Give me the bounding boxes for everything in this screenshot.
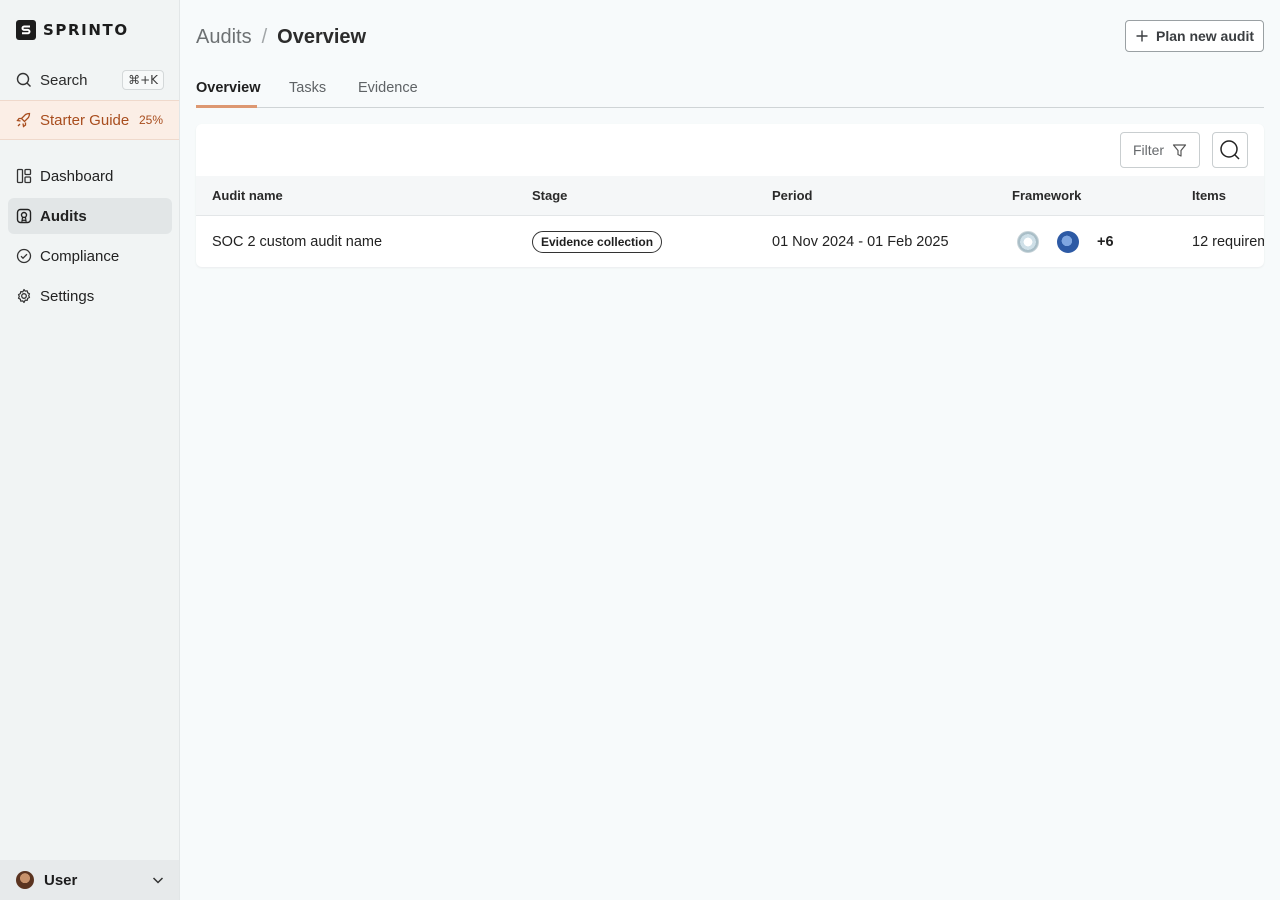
framework-cell: +6: [1017, 216, 1114, 267]
funnel-icon: [1172, 143, 1187, 158]
breadcrumb-separator: /: [261, 25, 268, 48]
chevron-down-icon: [151, 873, 165, 887]
sidebar-item-label: Audits: [40, 207, 87, 225]
breadcrumb: Audits / Overview: [196, 24, 366, 50]
sidebar-item-settings[interactable]: Settings: [8, 278, 172, 314]
framework-logo-icon: [1017, 230, 1039, 253]
page-title: Overview: [277, 25, 367, 48]
plan-new-audit-label: Plan new audit: [1155, 28, 1254, 44]
sidebar-search[interactable]: Search ⌘+K: [16, 68, 164, 92]
table-search-button[interactable]: [1212, 132, 1248, 168]
audits-table-card: Filter Audit name Stage Period Framework…: [196, 124, 1264, 267]
table-row[interactable]: SOC 2 custom audit name Evidence collect…: [196, 216, 1264, 267]
dashboard-icon: [16, 168, 32, 184]
app-name: SPRINTO: [43, 21, 129, 39]
column-framework[interactable]: Framework: [1012, 176, 1081, 216]
tab-tasks[interactable]: Tasks: [289, 80, 326, 108]
search-shortcut-badge: ⌘+K: [122, 70, 164, 90]
search-icon: [1219, 139, 1241, 161]
sidebar-item-dashboard[interactable]: Dashboard: [8, 158, 172, 194]
filter-button[interactable]: Filter: [1120, 132, 1200, 168]
check-circle-icon: [16, 248, 32, 264]
starter-guide-label: Starter Guide: [40, 111, 130, 129]
status-badge: Evidence collection: [532, 230, 663, 253]
column-audit-name[interactable]: Audit name: [212, 176, 283, 216]
sidebar-item-audits[interactable]: Audits: [8, 198, 172, 234]
column-stage[interactable]: Stage: [532, 176, 567, 216]
sprinto-logo-icon: [16, 20, 36, 40]
filter-label: Filter: [1132, 142, 1165, 158]
rocket-icon: [16, 112, 32, 128]
app-logo[interactable]: SPRINTO: [16, 20, 129, 40]
tab-overview[interactable]: Overview: [196, 80, 261, 108]
column-period[interactable]: Period: [772, 176, 812, 216]
avatar: [16, 871, 34, 889]
tab-evidence[interactable]: Evidence: [358, 80, 418, 108]
period-cell: 01 Nov 2024 - 01 Feb 2025: [772, 233, 949, 250]
sidebar-item-compliance[interactable]: Compliance: [8, 238, 172, 274]
framework-more-count[interactable]: +6: [1097, 234, 1114, 250]
audit-badge-icon: [16, 208, 32, 224]
audit-name-cell[interactable]: SOC 2 custom audit name: [212, 216, 382, 267]
plan-new-audit-button[interactable]: Plan new audit: [1125, 20, 1264, 52]
sidebar-item-label: Compliance: [40, 247, 120, 265]
stage-cell: Evidence collection: [532, 216, 663, 267]
framework-logo-icon: [1057, 230, 1079, 253]
user-name: User: [44, 871, 78, 889]
user-menu[interactable]: User: [0, 860, 179, 900]
sidebar-item-label: Settings: [40, 287, 95, 305]
starter-guide[interactable]: Starter Guide 25%: [0, 100, 179, 140]
sidebar: SPRINTO Search ⌘+K Starter Guide 25% Das…: [0, 0, 180, 900]
gear-icon: [16, 288, 32, 304]
column-items[interactable]: Items: [1192, 176, 1226, 216]
items-cell: 12 requirements: [1192, 233, 1264, 250]
search-label: Search: [40, 71, 88, 89]
search-icon: [16, 72, 32, 88]
starter-guide-progress: 25%: [138, 113, 163, 127]
plus-icon: [1135, 29, 1149, 43]
breadcrumb-audits[interactable]: Audits: [196, 26, 252, 49]
sidebar-item-label: Dashboard: [40, 167, 114, 185]
tab-bar: Overview Tasks Evidence: [196, 80, 1264, 108]
table-header: Audit name Stage Period Framework Items: [196, 176, 1264, 216]
